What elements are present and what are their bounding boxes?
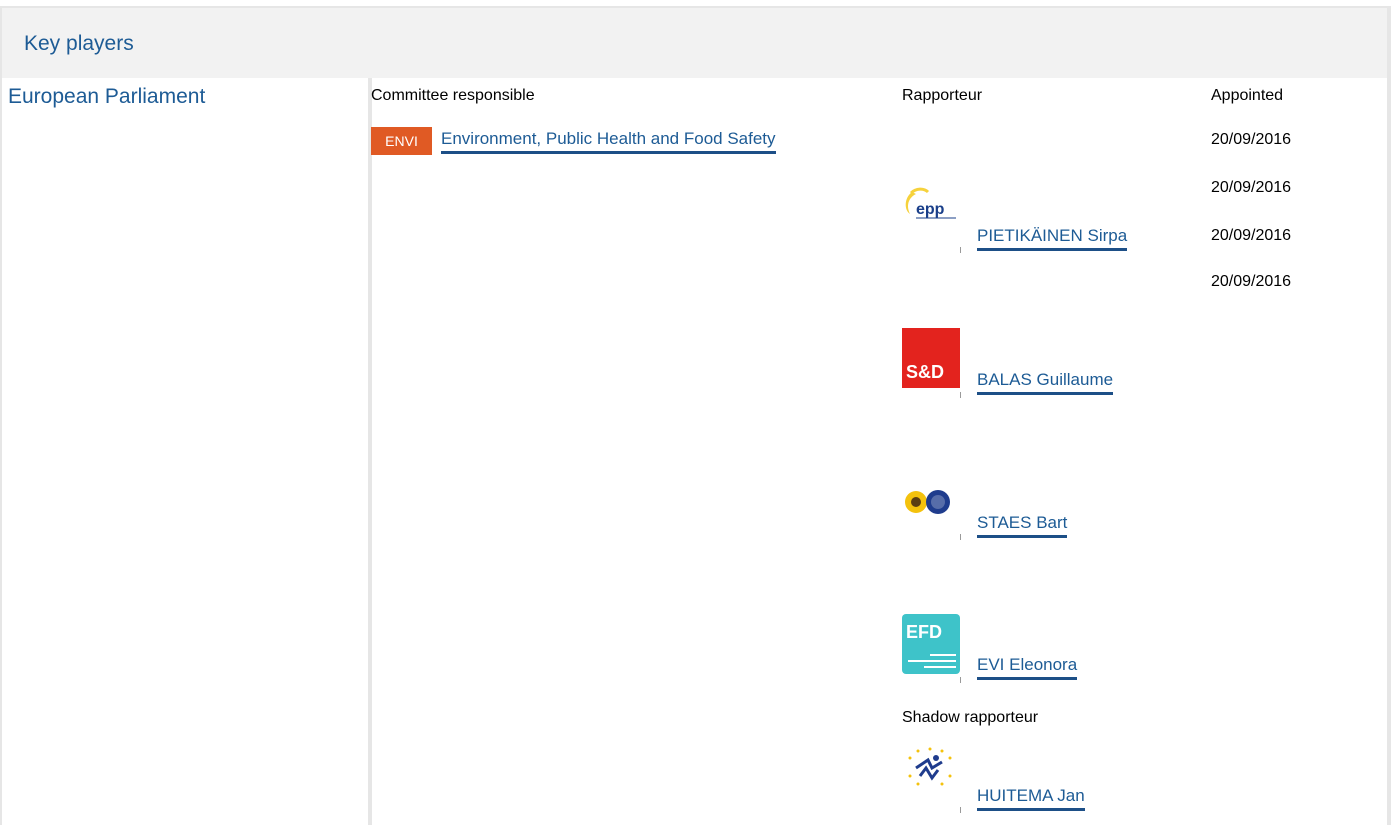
efdd-logo-icon: EFD: [902, 614, 960, 674]
committee-code-badge: ENVI: [371, 127, 432, 155]
institution-column: European Parliament: [2, 78, 372, 825]
shadow-rapporteur-label: Shadow rapporteur: [902, 709, 1039, 726]
committee-column-header: Committee responsible: [371, 87, 535, 104]
greens-efa-logo-icon: [902, 486, 960, 546]
section-header: Key players: [2, 8, 1387, 78]
logo-underline-tick: [960, 807, 961, 813]
sd-logo-icon: S&D: [902, 328, 960, 388]
appointed-date: 20/09/2016: [1211, 273, 1292, 290]
appointed-date: 20/09/2016: [1211, 131, 1292, 148]
shadow-rapporteur-link[interactable]: HUITEMA Jan: [977, 786, 1085, 811]
rapporteur-link[interactable]: BALAS Guillaume: [977, 370, 1114, 395]
rapporteur-column-header: Rapporteur: [902, 87, 983, 104]
rapporteur-link[interactable]: STAES Bart: [977, 513, 1068, 538]
section-title: Key players: [24, 32, 134, 55]
logo-underline-tick: [960, 534, 961, 540]
epp-logo-text: epp: [916, 201, 945, 218]
logo-underline-tick: [960, 247, 961, 253]
efd-logo-text: EFD: [906, 622, 942, 642]
appointed-date: 20/09/2016: [1211, 179, 1292, 196]
committee-link[interactable]: Environment, Public Health and Food Safe…: [441, 129, 776, 154]
alde-logo-icon: [902, 746, 960, 806]
logo-underline-tick: [960, 392, 961, 398]
rapporteur-link[interactable]: PIETIKÄINEN Sirpa: [977, 226, 1128, 251]
logo-underline-tick: [960, 677, 961, 683]
epp-logo-icon: epp: [902, 184, 960, 244]
institution-name: European Parliament: [8, 85, 206, 108]
appointed-date: 20/09/2016: [1211, 227, 1292, 244]
sd-logo-text: S&D: [906, 362, 944, 382]
appointed-column-header: Appointed: [1211, 87, 1284, 104]
rapporteur-link[interactable]: EVI Eleonora: [977, 655, 1078, 680]
